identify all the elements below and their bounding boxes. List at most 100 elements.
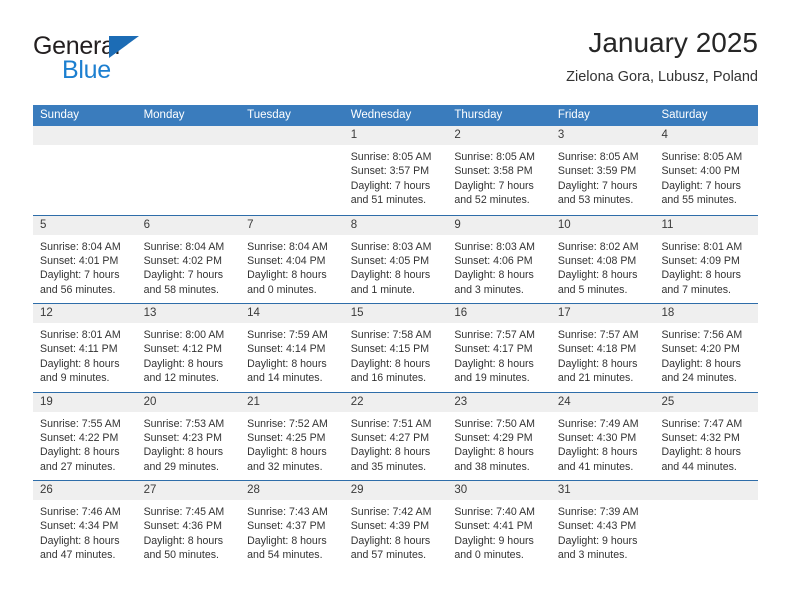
day-number-band: 8 (343, 215, 448, 235)
day-number-band (136, 126, 241, 145)
calendar-day-cell[interactable]: 7 Sunrise: 8:04 AM Sunset: 4:04 PM Daylight… (240, 215, 344, 303)
sunrise-text: Sunrise: 8:01 AM (40, 329, 121, 341)
sunset-text: Sunset: 4:36 PM (143, 520, 222, 533)
day-number-band: 22 (343, 392, 448, 412)
calendar-day-cell[interactable]: 8 Sunrise: 8:03 AM Sunset: 4:05 PM Daylight… (343, 215, 448, 303)
calendar-day-cell[interactable]: 23 Sunrise: 7:50 AM Sunset: 4:29 PM Dayligh… (447, 392, 551, 480)
calendar-day-cell[interactable]: 18 Sunrise: 7:56 AM Sunset: 4:20 PM Dayligh… (654, 304, 759, 392)
calendar-day-cell[interactable]: 27 Sunrise: 7:45 AM Sunset: 4:36 PM Dayligh… (136, 481, 241, 569)
calendar-day-cell[interactable]: 24 Sunrise: 7:49 AM Sunset: 4:30 PM Dayligh… (550, 392, 655, 480)
day-number: 2 (454, 129, 461, 141)
calendar-week-row: 19 Sunrise: 7:55 AM Sunset: 4:22 PM Dayligh… (33, 391, 759, 480)
day-number-band: 27 (136, 481, 241, 500)
calendar-day-cell[interactable]: 26 Sunrise: 7:46 AM Sunset: 4:34 PM Dayligh… (33, 481, 137, 569)
sunset-text: Sunset: 4:11 PM (40, 343, 118, 356)
calendar-day-cell[interactable]: 10 Sunrise: 8:02 AM Sunset: 4:08 PM Dayligh… (550, 215, 655, 303)
calendar-day-cell[interactable]: 11 Sunrise: 8:01 AM Sunset: 4:09 PM Dayligh… (654, 215, 759, 303)
daylight-text-cont: and 53 minutes. (557, 194, 634, 207)
daylight-text-cont: and 44 minutes. (661, 460, 737, 473)
day-details: Sunrise: 8:04 AM Sunset: 4:04 PM Daylight:… (240, 235, 344, 298)
daylight-text: Daylight: 8 hours (661, 446, 741, 459)
calendar-day-cell[interactable]: 15 Sunrise: 7:58 AM Sunset: 4:15 PM Dayligh… (343, 304, 448, 392)
daylight-text-cont: and 9 minutes. (40, 372, 110, 385)
calendar-day-cell[interactable]: 28 Sunrise: 7:43 AM Sunset: 4:37 PM Dayligh… (240, 481, 344, 569)
daylight-text: Daylight: 9 hours (454, 534, 534, 547)
sunrise-text: Sunrise: 8:05 AM (557, 151, 639, 163)
sunset-text: Sunset: 4:23 PM (143, 431, 222, 444)
calendar-day-cell[interactable]: 6 Sunrise: 8:04 AM Sunset: 4:02 PM Daylight… (136, 215, 241, 303)
daylight-text-cont: and 51 minutes. (350, 194, 427, 207)
calendar-day-cell[interactable]: 9 Sunrise: 8:03 AM Sunset: 4:06 PM Daylight… (447, 215, 551, 303)
calendar-day-cell[interactable]: 16 Sunrise: 7:57 AM Sunset: 4:17 PM Dayligh… (447, 304, 551, 392)
calendar-day-cell[interactable]: 3 Sunrise: 8:05 AM Sunset: 3:59 PM Daylight… (550, 126, 655, 215)
sunrise-text: Sunrise: 7:47 AM (661, 417, 743, 430)
day-number: 6 (143, 218, 150, 231)
calendar-week-row: 26 Sunrise: 7:46 AM Sunset: 4:34 PM Dayligh… (33, 480, 759, 569)
daylight-text: Daylight: 8 hours (350, 357, 431, 370)
day-number: 26 (40, 484, 53, 496)
day-details: Sunrise: 8:05 AM Sunset: 3:57 PM Daylight:… (344, 145, 448, 208)
sunrise-text: Sunrise: 7:42 AM (350, 506, 432, 518)
daylight-text: Daylight: 8 hours (143, 534, 224, 547)
day-number: 18 (661, 307, 675, 319)
calendar-day-cell[interactable]: 1 Sunrise: 8:05 AM Sunset: 3:57 PM Daylight… (343, 126, 448, 215)
day-number: 14 (247, 307, 260, 319)
daylight-text-cont: and 0 minutes. (454, 549, 524, 562)
sunset-text: Sunset: 4:39 PM (350, 520, 430, 533)
day-details: Sunrise: 8:01 AM Sunset: 4:09 PM Daylight:… (654, 235, 758, 298)
day-number: 13 (143, 307, 157, 319)
calendar-day-cell[interactable]: 31 Sunrise: 7:39 AM Sunset: 4:43 PM Dayligh… (550, 481, 655, 569)
daylight-text-cont: and 29 minutes. (143, 460, 219, 473)
calendar-day-cell[interactable]: 30 Sunrise: 7:40 AM Sunset: 4:41 PM Dayligh… (447, 481, 551, 569)
sunset-text: Sunset: 4:29 PM (454, 431, 533, 444)
sunrise-text: Sunrise: 8:02 AM (557, 240, 639, 253)
day-number-band: 17 (550, 304, 655, 323)
day-number-band (33, 126, 137, 145)
calendar-day-cell[interactable]: 13 Sunrise: 8:00 AM Sunset: 4:12 PM Dayligh… (136, 304, 241, 392)
sunset-text: Sunset: 4:01 PM (40, 254, 119, 267)
weekday-header-tuesday: Tuesday (247, 109, 291, 121)
day-number-band: 26 (33, 481, 137, 500)
day-number: 5 (40, 218, 47, 231)
day-number: 10 (557, 218, 571, 231)
calendar-week-row: 1 Sunrise: 8:05 AM Sunset: 3:57 PM Daylight… (33, 126, 759, 215)
calendar-day-cell[interactable]: 4 Sunrise: 8:05 AM Sunset: 4:00 PM Daylight… (654, 126, 759, 215)
calendar-page: General Blue January 2025 Zielona Gora, … (0, 0, 792, 612)
calendar-day-cell-empty (240, 126, 344, 215)
calendar-day-cell[interactable]: 14 Sunrise: 7:59 AM Sunset: 4:14 PM Dayligh… (240, 304, 344, 392)
calendar-day-cell[interactable]: 22 Sunrise: 7:51 AM Sunset: 4:27 PM Dayligh… (343, 392, 448, 480)
calendar-day-cell[interactable]: 12 Sunrise: 8:01 AM Sunset: 4:11 PM Dayligh… (33, 304, 137, 392)
day-details: Sunrise: 7:45 AM Sunset: 4:36 PM Daylight:… (137, 500, 241, 563)
weekday-header-thursday: Thursday (454, 109, 503, 121)
daylight-text: Daylight: 8 hours (40, 446, 120, 459)
calendar-day-cell[interactable]: 19 Sunrise: 7:55 AM Sunset: 4:22 PM Dayligh… (33, 392, 137, 480)
calendar-day-cell[interactable]: 21 Sunrise: 7:52 AM Sunset: 4:25 PM Dayligh… (240, 392, 344, 480)
day-number-band: 20 (136, 392, 241, 412)
calendar-day-cell[interactable]: 17 Sunrise: 7:57 AM Sunset: 4:18 PM Dayligh… (550, 304, 655, 392)
sunrise-text: Sunrise: 7:53 AM (143, 417, 225, 430)
day-details: Sunrise: 7:55 AM Sunset: 4:22 PM Daylight:… (33, 412, 137, 475)
day-number-band: 25 (654, 392, 759, 412)
daylight-text-cont: and 14 minutes. (247, 372, 323, 385)
calendar-day-cell[interactable]: 25 Sunrise: 7:47 AM Sunset: 4:32 PM Dayligh… (654, 392, 759, 480)
day-number-band: 9 (447, 215, 551, 235)
day-number-band: 16 (447, 304, 551, 323)
sunset-text: Sunset: 4:43 PM (557, 520, 637, 533)
sunrise-text: Sunrise: 7:56 AM (661, 329, 743, 341)
sunrise-text: Sunrise: 8:05 AM (350, 151, 432, 163)
calendar-day-cell[interactable]: 29 Sunrise: 7:42 AM Sunset: 4:39 PM Dayligh… (343, 481, 448, 569)
calendar-day-cell[interactable]: 2 Sunrise: 8:05 AM Sunset: 3:58 PM Daylight… (447, 126, 551, 215)
day-details: Sunrise: 8:03 AM Sunset: 4:05 PM Daylight:… (344, 235, 448, 298)
daylight-text: Daylight: 8 hours (350, 534, 431, 547)
sunrise-text: Sunrise: 8:04 AM (247, 240, 328, 253)
daylight-text: Daylight: 8 hours (247, 357, 327, 370)
day-number: 1 (350, 129, 358, 141)
day-number-band: 2 (447, 126, 551, 145)
day-number: 22 (350, 395, 364, 408)
calendar-day-cell[interactable]: 5 Sunrise: 8:04 AM Sunset: 4:01 PM Daylight… (33, 215, 137, 303)
weekday-header-monday: Monday (143, 109, 185, 121)
weekday-header-wednesday: Wednesday (350, 109, 412, 121)
day-details: Sunrise: 7:47 AM Sunset: 4:32 PM Daylight:… (654, 412, 758, 475)
sunrise-text: Sunrise: 7:43 AM (247, 506, 328, 518)
calendar-day-cell[interactable]: 20 Sunrise: 7:53 AM Sunset: 4:23 PM Dayligh… (136, 392, 241, 480)
